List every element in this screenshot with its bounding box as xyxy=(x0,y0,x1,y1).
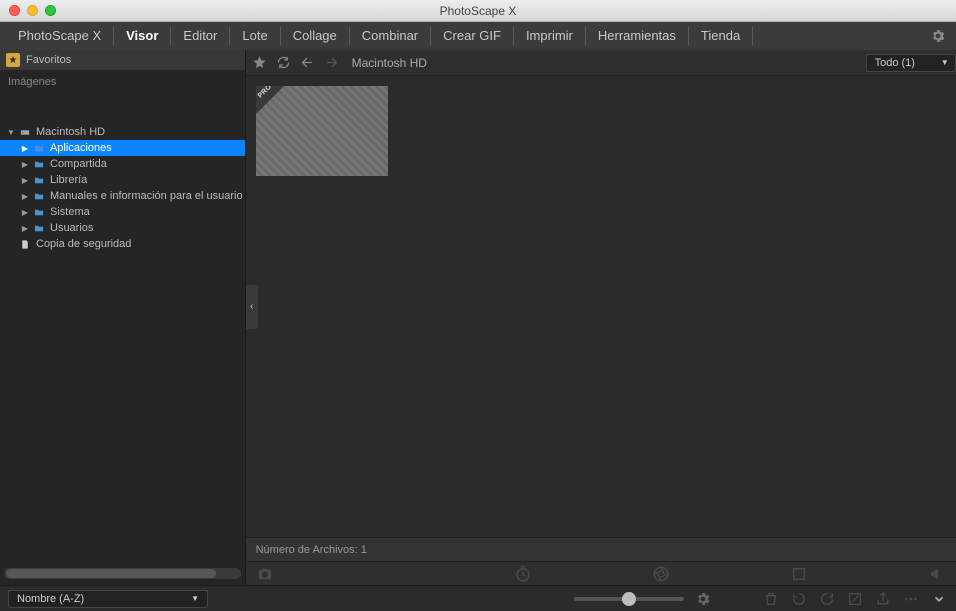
tab-tienda[interactable]: Tienda xyxy=(689,27,753,45)
triangle-right-icon: ▶ xyxy=(20,192,30,201)
sidebar: ★ Favoritos Imágenes ▼ Macintosh HD ▶ Aplic… xyxy=(0,50,246,585)
tab-editor[interactable]: Editor xyxy=(171,27,230,45)
expand-chevron-button[interactable] xyxy=(930,590,948,608)
chevron-left-icon: ‹ xyxy=(250,301,253,312)
settings-button[interactable] xyxy=(930,28,946,44)
disabled-action-bar xyxy=(246,561,956,585)
tree-item-compartida[interactable]: ▶ Compartida xyxy=(0,156,245,172)
folder-icon xyxy=(32,223,46,234)
drive-icon xyxy=(18,127,32,138)
slider-settings-button[interactable] xyxy=(694,590,712,608)
rotate-left-button[interactable] xyxy=(790,590,808,608)
thumbnail-grid: PRO ‹ xyxy=(246,76,956,537)
triangle-right-icon: ▶ xyxy=(20,144,30,153)
tree-item-label: Librería xyxy=(50,174,87,186)
tab-visor[interactable]: Visor xyxy=(114,27,171,45)
tree-item-sistema[interactable]: ▶ Sistema xyxy=(0,204,245,220)
tree-item-label: Aplicaciones xyxy=(50,142,112,154)
back-icon[interactable] xyxy=(300,55,316,71)
tree-item-label: Copia de seguridad xyxy=(36,238,131,250)
timer-icon xyxy=(514,565,532,583)
window-titlebar: PhotoScape X xyxy=(0,0,956,22)
sidebar-scrollbar-thumb[interactable] xyxy=(6,569,216,578)
folder-icon xyxy=(32,175,46,186)
tab-crear-gif[interactable]: Crear GIF xyxy=(431,27,514,45)
thumbnail-item[interactable]: PRO xyxy=(256,86,388,176)
favorites-header[interactable]: ★ Favoritos xyxy=(0,50,245,70)
triangle-right-icon: ▶ xyxy=(20,176,30,185)
collapse-sidebar-handle[interactable]: ‹ xyxy=(246,285,258,329)
main-menubar: PhotoScape X Visor Editor Lote Collage C… xyxy=(0,22,956,50)
bottom-bar: Nombre (A-Z) ▼ xyxy=(0,585,956,611)
tree-item-manuales-e-información-para-el-usuario[interactable]: ▶ Manuales e información para el usuario xyxy=(0,188,245,204)
triangle-right-icon: ▶ xyxy=(20,208,30,217)
folder-icon xyxy=(32,159,46,170)
forward-icon[interactable] xyxy=(324,55,340,71)
folder-icon xyxy=(32,191,46,202)
sort-dropdown[interactable]: Nombre (A-Z) ▼ xyxy=(8,590,208,608)
tab-photoscape[interactable]: PhotoScape X xyxy=(6,27,114,45)
tab-lote[interactable]: Lote xyxy=(230,27,280,45)
chevron-down-icon: ▼ xyxy=(191,594,199,603)
sound-icon xyxy=(928,565,946,583)
tree-item-aplicaciones[interactable]: ▶ Aplicaciones xyxy=(0,140,245,156)
tree-item-copia-de-seguridad[interactable]: Copia de seguridad xyxy=(0,236,245,252)
pro-badge: PRO xyxy=(256,86,284,114)
triangle-right-icon: ▶ xyxy=(20,160,30,169)
main-panel: Macintosh HD Todo (1) ▼ xyxy=(246,50,956,585)
camera-icon xyxy=(256,565,274,583)
tab-collage[interactable]: Collage xyxy=(281,27,350,45)
tree-item-librería[interactable]: ▶ Librería xyxy=(0,172,245,188)
tree-item-label: Compartida xyxy=(50,158,107,170)
triangle-down-icon: ▼ xyxy=(6,128,16,137)
favorite-star-icon[interactable] xyxy=(252,55,268,71)
star-icon: ★ xyxy=(6,53,20,67)
tree-item-label: Sistema xyxy=(50,206,90,218)
status-bar: Número de Archivos: 1 xyxy=(246,537,956,561)
aperture-icon xyxy=(652,565,670,583)
more-button[interactable] xyxy=(902,590,920,608)
doc-icon xyxy=(18,239,32,250)
tree-item-label: Macintosh HD xyxy=(36,126,105,138)
rotate-right-button[interactable] xyxy=(818,590,836,608)
memory-icon xyxy=(790,565,808,583)
chevron-down-icon: ▼ xyxy=(941,58,949,67)
file-count-label: Número de Archivos: 1 xyxy=(256,544,367,556)
favorites-label: Favoritos xyxy=(26,54,71,66)
images-section-label: Imágenes xyxy=(0,70,245,94)
sort-dropdown-label: Nombre (A-Z) xyxy=(17,593,84,605)
share-button[interactable] xyxy=(874,590,892,608)
viewer-toolbar: Macintosh HD Todo (1) ▼ xyxy=(246,50,956,76)
edit-button[interactable] xyxy=(846,590,864,608)
tree-item-label: Manuales e información para el usuario xyxy=(50,190,243,202)
folder-icon xyxy=(32,143,46,154)
tree-item-usuarios[interactable]: ▶ Usuarios xyxy=(0,220,245,236)
tab-imprimir[interactable]: Imprimir xyxy=(514,27,586,45)
tab-combinar[interactable]: Combinar xyxy=(350,27,431,45)
window-title: PhotoScape X xyxy=(0,4,956,18)
filter-dropdown[interactable]: Todo (1) ▼ xyxy=(866,54,956,72)
sidebar-scrollbar[interactable] xyxy=(4,568,241,579)
zoom-slider-knob[interactable] xyxy=(622,592,636,606)
tree-item-macintosh-hd[interactable]: ▼ Macintosh HD xyxy=(0,124,245,140)
refresh-icon[interactable] xyxy=(276,55,292,71)
folder-tree: ▼ Macintosh HD ▶ Aplicaciones ▶ Compartida ▶ Li… xyxy=(0,94,245,566)
zoom-slider[interactable] xyxy=(574,597,684,601)
tree-item-label: Usuarios xyxy=(50,222,93,234)
breadcrumb: Macintosh HD xyxy=(352,56,427,70)
folder-icon xyxy=(32,207,46,218)
triangle-right-icon: ▶ xyxy=(20,224,30,233)
tab-herramientas[interactable]: Herramientas xyxy=(586,27,689,45)
filter-dropdown-label: Todo (1) xyxy=(875,57,915,69)
trash-button[interactable] xyxy=(762,590,780,608)
